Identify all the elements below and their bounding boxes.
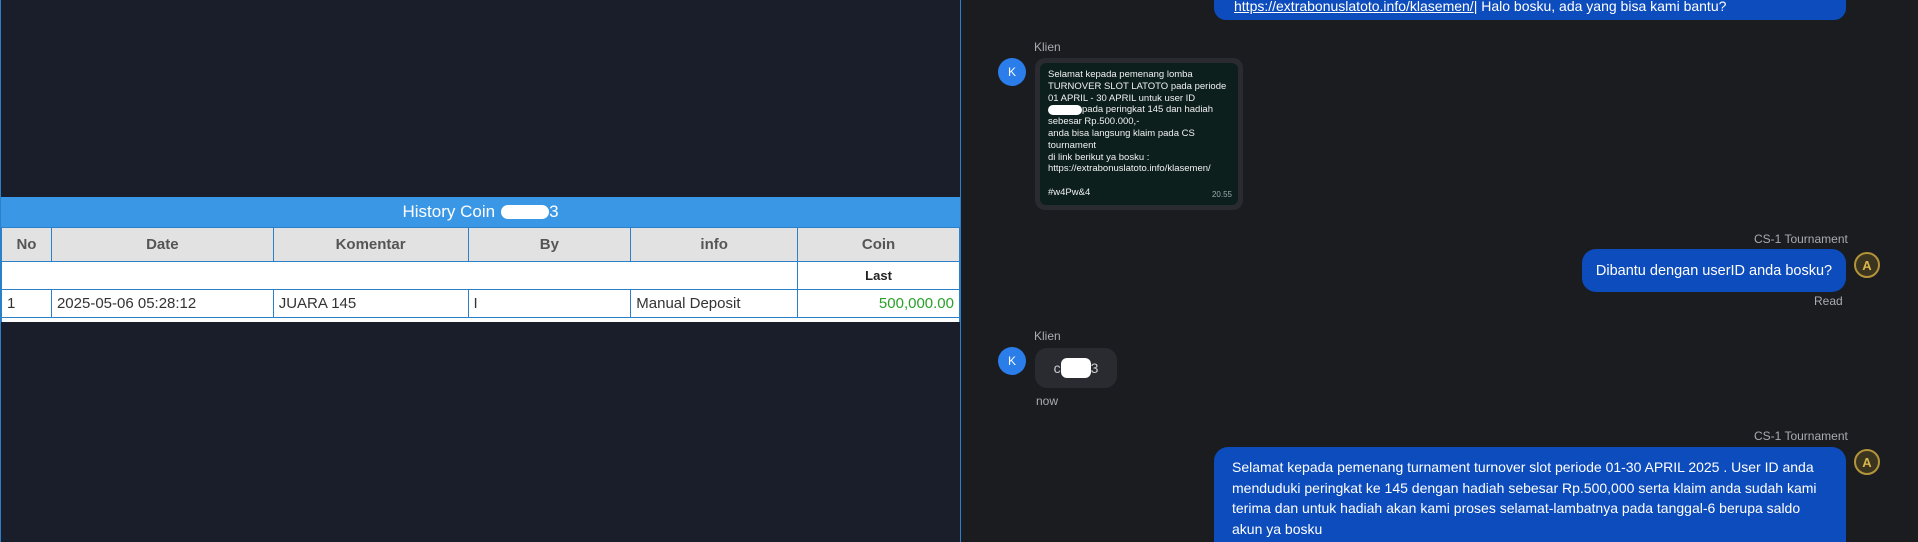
cell-by: I: [467, 289, 632, 318]
agent-message-ask-userid: Dibantu dengan userID anda bosku?: [1582, 249, 1846, 292]
image-line: #w4Pw&4: [1048, 186, 1091, 198]
userid-prefix: c: [1053, 360, 1061, 376]
agent-message-greeting: https://extrabonuslatoto.info/klasemen/ …: [1214, 0, 1846, 20]
screenshot-image[interactable]: Selamat kepada pemenang lomba TURNOVER S…: [1040, 63, 1238, 205]
cell-coin: 500,000.00: [797, 289, 960, 318]
message-time-now: now: [1036, 394, 1059, 408]
last-label: Last: [797, 261, 960, 290]
client-sender-label: Klien: [1034, 329, 1061, 343]
col-date[interactable]: Date: [50, 227, 274, 262]
cell-info: Manual Deposit: [630, 289, 799, 318]
image-line: Selamat kepada pemenang lomba: [1048, 69, 1193, 80]
coin-table: No Date Komentar By info Coin Last 1 202…: [1, 227, 960, 318]
history-title-prefix: History Coin: [402, 202, 496, 221]
image-line: pada peringkat 145 dan hadiah: [1048, 104, 1230, 116]
table-row: 1 2025-05-06 05:28:12 JUARA 145 I Manual…: [1, 289, 960, 318]
image-line: https://extrabonuslatoto.info/klasemen/: [1048, 163, 1211, 175]
col-info[interactable]: info: [630, 227, 799, 262]
redacted-userid: [1048, 104, 1082, 115]
history-coin-table: History Coin 3 No Date Komentar By info …: [1, 197, 960, 322]
table-bottom-edge: [1, 318, 960, 322]
table-header-row: No Date Komentar By info Coin: [1, 227, 960, 262]
history-panel: History Coin 3 No Date Komentar By info …: [0, 0, 961, 542]
col-no[interactable]: No: [1, 227, 52, 262]
agent-message-congrats: Selamat kepada pemenang turnament turnov…: [1214, 447, 1846, 542]
history-title: History Coin 3: [1, 197, 960, 227]
image-line: di link berikut ya bosku :: [1048, 151, 1150, 163]
image-line: TURNOVER SLOT LATOTO pada periode: [1048, 80, 1227, 92]
agent-avatar-icon: A: [1854, 252, 1880, 278]
read-receipt: Read: [1814, 294, 1843, 308]
agent-avatar-icon: A: [1854, 449, 1880, 475]
klasemen-link[interactable]: https://extrabonuslatoto.info/klasemen/: [1234, 0, 1474, 14]
chat-panel: https://extrabonuslatoto.info/klasemen/ …: [962, 0, 1918, 542]
image-line: sebesar Rp.500.000,-: [1048, 116, 1140, 128]
image-timestamp: 20.55: [1211, 190, 1232, 200]
cell-komentar: JUARA 145: [272, 289, 469, 318]
agent-sender-label: CS-1 Tournament: [1754, 232, 1848, 246]
cell-date: 2025-05-06 05:28:12: [50, 289, 274, 318]
greeting-text: | Halo bosku, ada yang bisa kami bantu?: [1473, 0, 1727, 14]
image-line: anda bisa langsung klaim pada CS: [1048, 127, 1195, 139]
col-komentar[interactable]: Komentar: [272, 227, 469, 262]
last-row: Last: [1, 261, 960, 290]
col-by[interactable]: By: [467, 227, 632, 262]
col-coin[interactable]: Coin: [797, 227, 960, 262]
redacted-username: [501, 205, 550, 219]
client-avatar: K: [998, 347, 1026, 375]
client-sender-label: Klien: [1034, 40, 1061, 54]
client-avatar: K: [998, 58, 1026, 86]
cell-no: 1: [1, 289, 52, 318]
image-line: tournament: [1048, 139, 1097, 151]
history-title-suffix: 3: [549, 202, 559, 221]
image-line: [1048, 175, 1230, 187]
redacted-userid: [1060, 358, 1091, 378]
client-image-message[interactable]: Selamat kepada pemenang lomba TURNOVER S…: [1035, 58, 1243, 210]
image-line: 01 APRIL - 30 APRIL untuk user ID: [1048, 92, 1196, 104]
client-message-userid: c 3: [1035, 348, 1117, 388]
userid-suffix: 3: [1090, 360, 1099, 376]
agent-sender-label: CS-1 Tournament: [1754, 429, 1848, 443]
